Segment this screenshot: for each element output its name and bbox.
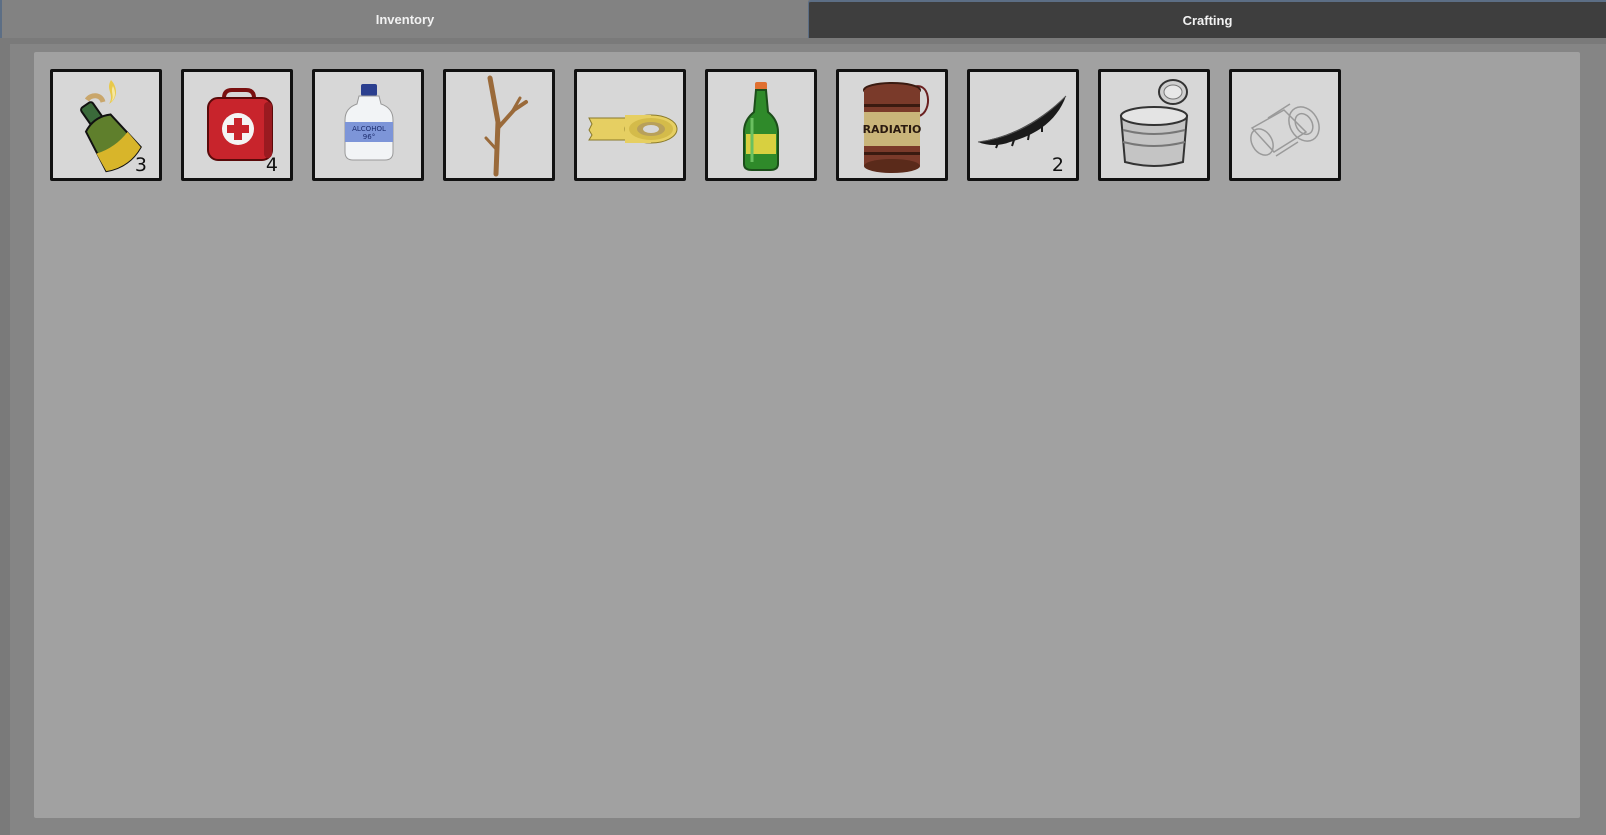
inventory-slot-radiation-barrel[interactable]: RADIATIO <box>836 69 948 181</box>
inventory-slot-feather[interactable]: 2 <box>967 69 1079 181</box>
svg-text:RADIATIO: RADIATIO <box>863 123 922 136</box>
tin-can-icon <box>1119 79 1189 167</box>
green-bottle-icon <box>743 82 779 171</box>
item-count: 3 <box>134 154 147 176</box>
radiation-barrel-icon: RADIATIO <box>863 82 930 173</box>
inventory-slot-stick[interactable] <box>443 69 555 181</box>
pipe-fitting-icon <box>1250 103 1320 157</box>
inventory-slot-tin-can[interactable] <box>1098 69 1210 181</box>
item-count: 2 <box>1051 154 1064 176</box>
inventory-slot-pipe-fitting[interactable] <box>1229 69 1341 181</box>
inventory-slot-green-bottle[interactable] <box>705 69 817 181</box>
svg-text:96°: 96° <box>363 133 375 141</box>
stick-icon <box>484 75 528 177</box>
tab-bar: Inventory Crafting <box>0 0 1606 38</box>
inventory-slot-duct-tape[interactable] <box>574 69 686 181</box>
tab-inventory[interactable]: Inventory <box>0 0 808 38</box>
alcohol-bottle-icon: ALCOHOL 96° <box>344 84 394 161</box>
inventory-slot-molotov[interactable]: 3 <box>50 69 162 181</box>
tab-crafting[interactable]: Crafting <box>808 0 1606 38</box>
svg-text:ALCOHOL: ALCOHOL <box>352 125 386 133</box>
inventory-slot-alcohol[interactable]: ALCOHOL 96° <box>312 69 424 181</box>
inventory-slot-first-aid-kit[interactable]: 4 <box>181 69 293 181</box>
tape-roll-icon <box>588 114 678 144</box>
item-count: 4 <box>265 154 278 176</box>
